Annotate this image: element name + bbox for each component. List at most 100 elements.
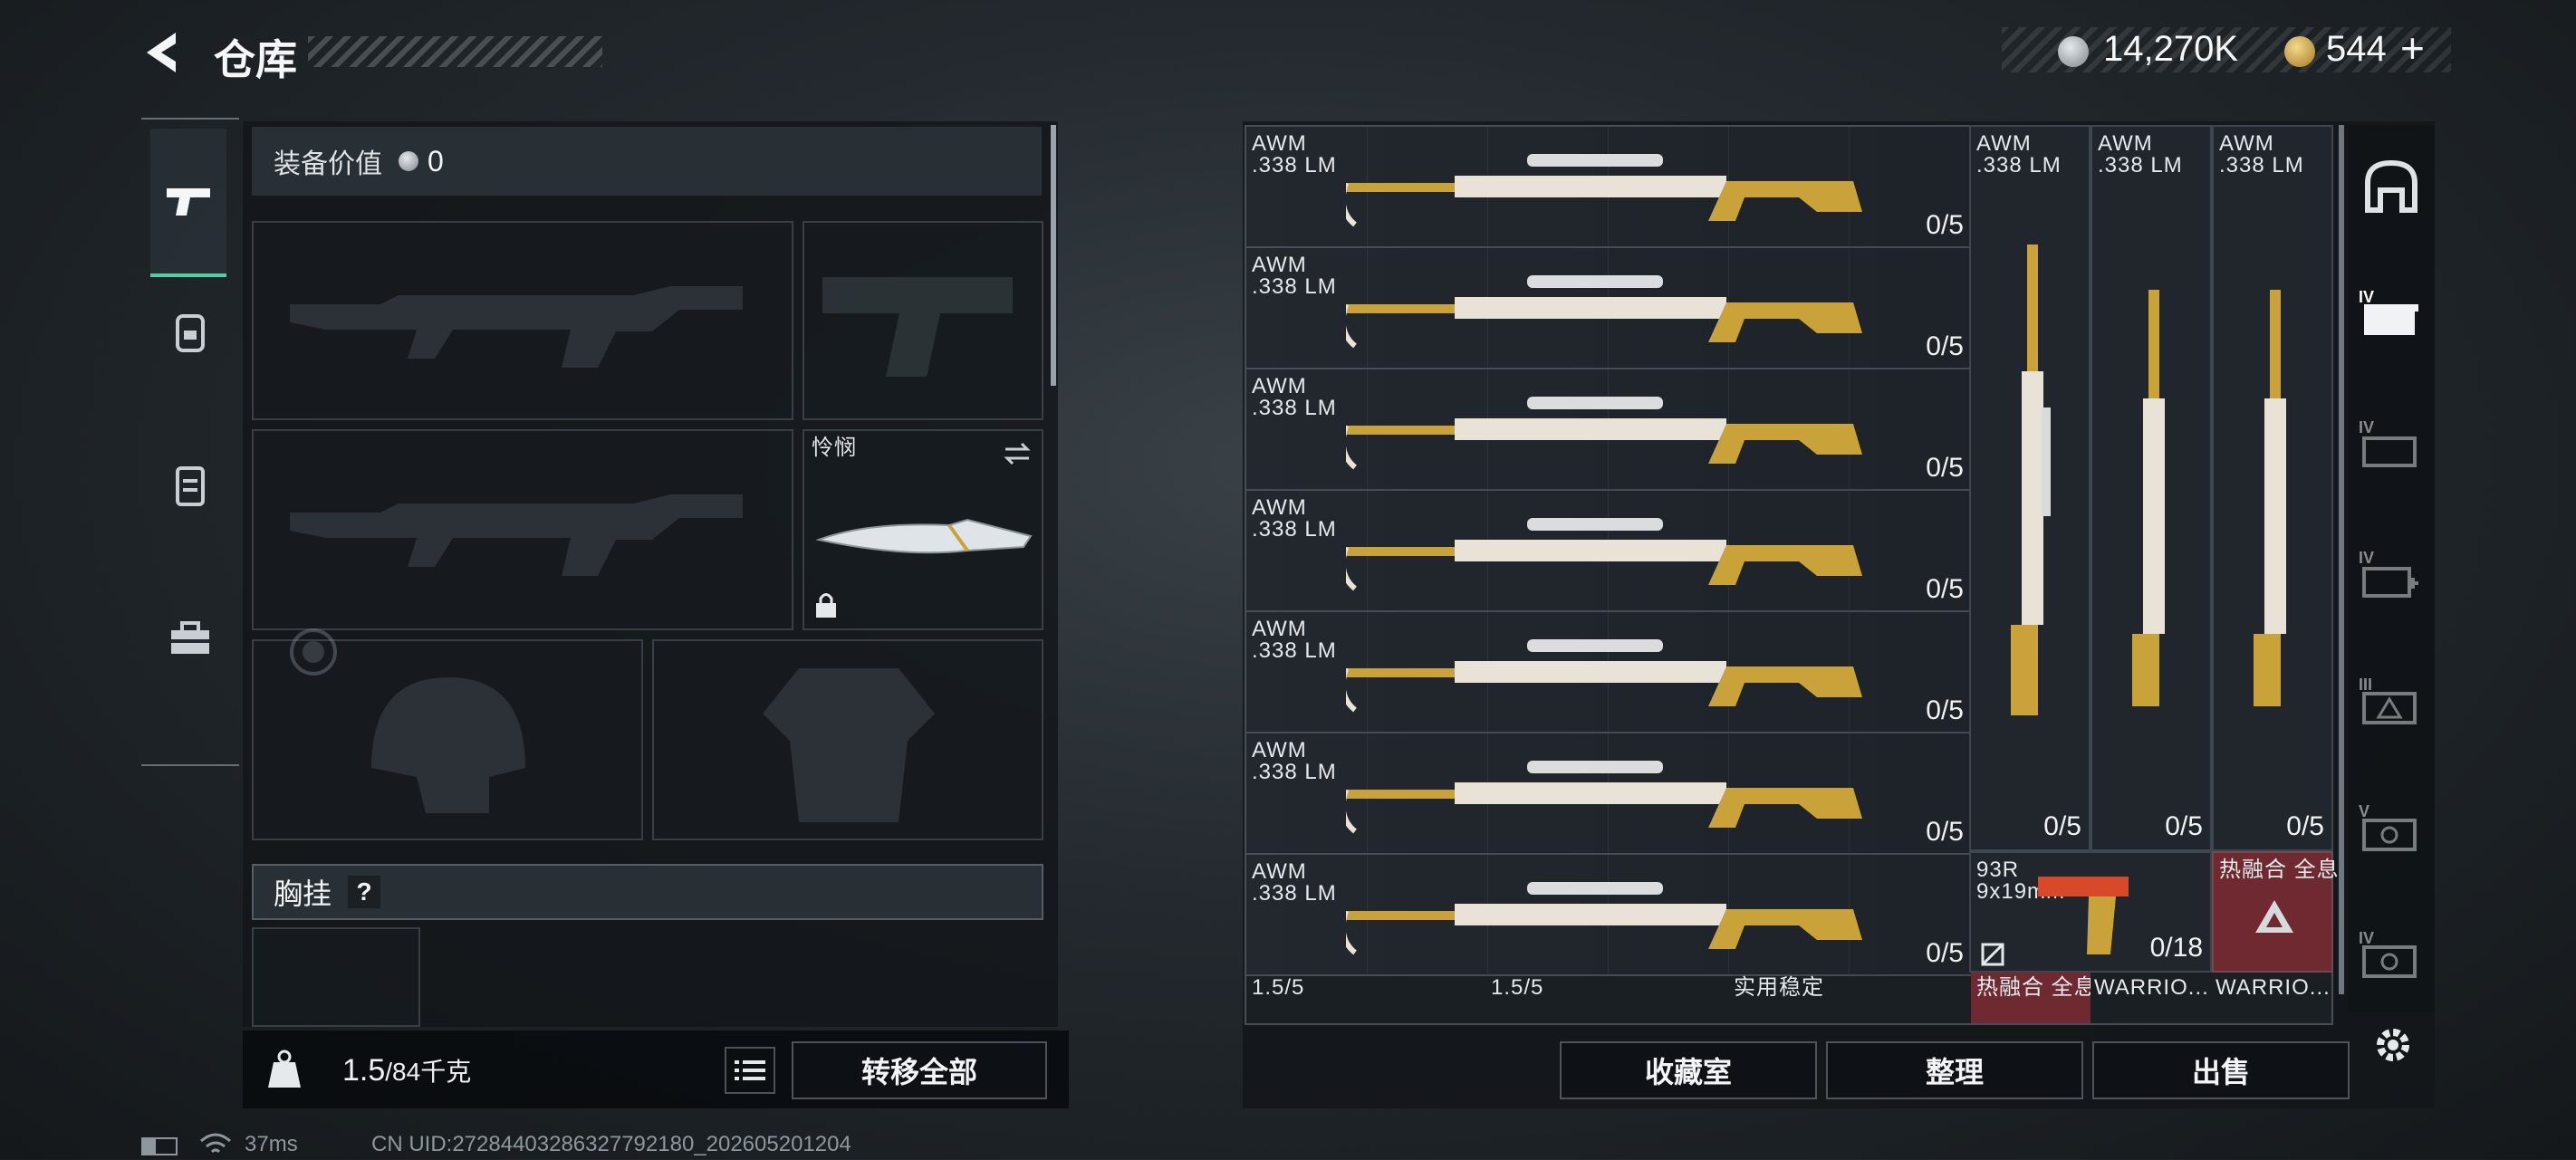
- primary-weapon-slot-1[interactable]: [252, 221, 793, 420]
- rarity-triangle-icon: [2255, 900, 2293, 933]
- collection-room-button[interactable]: 收藏室: [1560, 1041, 1817, 1099]
- pistol-icon: [167, 188, 210, 216]
- loadout-scrollbar[interactable]: [1051, 125, 1056, 386]
- chest-rig-label: 胸挂: [274, 877, 332, 910]
- body-armor-slot[interactable]: [652, 639, 1043, 840]
- valuables-case-icon: [2362, 692, 2417, 724]
- key-case-icon: [2362, 945, 2417, 978]
- stash-item-vertical-awm-1[interactable]: AWM .338 LM 0/5: [1969, 125, 2091, 851]
- stash-scrollbar[interactable]: [2339, 125, 2344, 994]
- stash-item-awm-row-1[interactable]: AWM .338 LM 0/5: [1246, 127, 1971, 248]
- attachment-4-label[interactable]: 热融合 全息: [1971, 973, 2091, 1023]
- item-ammo: .338 LM: [1252, 881, 1337, 906]
- item-count: 0/5: [1926, 453, 1964, 483]
- stash-tab-medical-case[interactable]: IV: [2359, 549, 2424, 603]
- tab-armor[interactable]: [145, 286, 235, 377]
- attachment-6-label[interactable]: WARRIO...: [2216, 976, 2331, 1000]
- stash-tab-key-case-2[interactable]: IV: [2359, 929, 2424, 983]
- melee-name: 怜悯: [812, 436, 857, 460]
- page-title: 仓库: [214, 36, 297, 83]
- stash-item-vertical-awm-3[interactable]: AWM .338 LM 0/5: [2212, 125, 2333, 851]
- key-case-icon: [2362, 819, 2417, 851]
- stash-item-awm-row-6[interactable]: AWM .338 LM 0/5: [1246, 733, 1971, 855]
- helmet-slot[interactable]: [252, 628, 643, 840]
- item-count: 0/5: [2286, 811, 2324, 841]
- item-count: 0/5: [1926, 817, 1964, 847]
- add-gold-button[interactable]: +: [2400, 24, 2425, 72]
- help-button[interactable]: ?: [348, 876, 381, 908]
- sniper-rifle-icon: [2011, 244, 2051, 715]
- stash-item-awm-row-5[interactable]: AWM .338 LM 0/5: [1246, 612, 1971, 733]
- sell-button[interactable]: 出售: [2092, 1041, 2350, 1099]
- organize-button[interactable]: 整理: [1826, 1041, 2083, 1099]
- stash-item-awm-row-3[interactable]: AWM .338 LM 0/5: [1246, 369, 1971, 491]
- back-arrow-icon: [147, 33, 176, 72]
- attachment-1-count[interactable]: 1.5/5: [1252, 976, 1304, 1000]
- wifi-icon: [199, 1132, 232, 1160]
- item-count: 0/5: [2043, 811, 2081, 841]
- stash-item-awm-row-2[interactable]: AWM .338 LM 0/5: [1246, 248, 1971, 369]
- item-name: 热融合 全息: [2219, 858, 2340, 882]
- transfer-all-button[interactable]: 转移全部: [792, 1041, 1047, 1099]
- list-view-button[interactable]: [725, 1047, 775, 1094]
- stash-tab-valuables-case[interactable]: III: [2359, 676, 2424, 730]
- melee-slot[interactable]: 怜悯: [803, 429, 1043, 630]
- vault-icon: [2365, 159, 2417, 213]
- back-button[interactable]: [136, 27, 190, 78]
- attachment-3-label[interactable]: 实用稳定: [1734, 976, 1824, 1000]
- rifle-silhouette-icon: [290, 286, 743, 368]
- stash-item-awm-row-7[interactable]: AWM .338 LM 0/5: [1246, 855, 1971, 976]
- sidearm-slot[interactable]: [803, 221, 1043, 420]
- sniper-rifle-icon: [1346, 154, 1862, 227]
- sniper-rifle-icon: [2254, 290, 2286, 706]
- silver-coin-icon: [399, 151, 418, 171]
- stash-tab-ammo-case[interactable]: IV: [2359, 418, 2424, 473]
- stash-item-awm-row-4[interactable]: AWM .338 LM 0/5: [1246, 491, 1971, 612]
- stash-tab-key-case-1[interactable]: V: [2359, 802, 2424, 857]
- item-count: 0/5: [1926, 331, 1964, 361]
- item-count: 0/5: [2165, 811, 2203, 841]
- tab-gear[interactable]: [145, 440, 235, 531]
- medical-case-icon: [2362, 567, 2418, 598]
- backpack-icon: [176, 314, 205, 352]
- attachment-5-label[interactable]: WARRIO...: [2094, 976, 2209, 1000]
- item-ammo: .338 LM: [2219, 153, 2304, 177]
- sniper-rifle-icon: [2132, 290, 2165, 706]
- no-insurance-icon: [1981, 943, 2004, 966]
- item-count: 0/5: [1926, 938, 1964, 968]
- sniper-rifle-icon: [1346, 397, 1862, 470]
- attachment-2-count[interactable]: 1.5/5: [1491, 976, 1543, 1000]
- item-ammo: .338 LM: [1252, 153, 1337, 177]
- stash-item-93r[interactable]: 93R 9x19mm 0/18: [1969, 851, 2212, 973]
- weight-icon-box: [252, 1038, 317, 1101]
- stash-item-fusion-sight[interactable]: 热融合 全息: [2212, 851, 2339, 973]
- item-count: 0/5: [1926, 695, 1964, 725]
- item-ammo: .338 LM: [1252, 760, 1337, 784]
- stash-tab-vault[interactable]: [2362, 158, 2420, 216]
- stash-item-vertical-awm-2[interactable]: AWM .338 LM 0/5: [2091, 125, 2212, 851]
- pistol-icon: [2038, 877, 2129, 954]
- lock-icon: [816, 593, 836, 618]
- tab-weapons[interactable]: [150, 129, 226, 277]
- chest-rig-header: 胸挂 ?: [252, 864, 1043, 920]
- primary-weapon-slot-2[interactable]: [252, 429, 793, 630]
- item-count: 0/5: [1926, 210, 1964, 240]
- vest-icon: [176, 466, 205, 506]
- chest-rig-slot[interactable]: [252, 927, 420, 1027]
- item-ammo: .338 LM: [1252, 396, 1337, 420]
- ping-text: 37ms: [245, 1132, 298, 1156]
- knife-icon: [815, 518, 1033, 554]
- sniper-rifle-icon: [1346, 275, 1862, 349]
- settings-button[interactable]: [2368, 1020, 2418, 1070]
- weapon-case-icon: [2364, 304, 2418, 335]
- item-ammo: .338 LM: [1252, 517, 1337, 542]
- weight-icon: [268, 1050, 301, 1088]
- vest-silhouette-icon: [763, 668, 935, 822]
- stash-tab-weapon-case[interactable]: IV: [2359, 288, 2424, 342]
- sniper-rifle-icon: [1346, 882, 1862, 955]
- gear-icon: [2377, 1029, 2409, 1061]
- gold-coin-icon: [2284, 36, 2315, 67]
- tab-supplies[interactable]: [145, 594, 235, 685]
- list-icon: [735, 1060, 765, 1080]
- rifle-silhouette-icon: [290, 494, 743, 576]
